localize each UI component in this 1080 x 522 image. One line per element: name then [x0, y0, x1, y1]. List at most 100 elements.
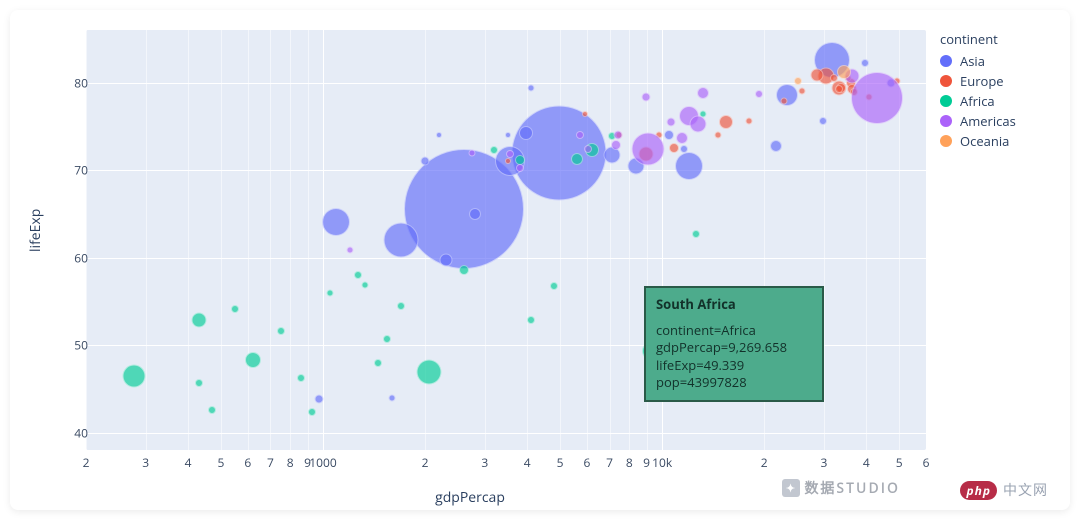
y-tick: 40	[68, 424, 88, 441]
bubble-europe[interactable]	[505, 158, 511, 164]
bubble-asia[interactable]	[505, 132, 511, 138]
bubble-americas[interactable]	[631, 133, 664, 166]
gridline-v-minor	[308, 30, 309, 450]
x-tick: 2	[422, 454, 429, 471]
x-tick: 3	[820, 454, 827, 471]
bubble-africa[interactable]	[550, 282, 558, 290]
bubble-americas[interactable]	[576, 131, 584, 139]
bubble-africa[interactable]	[191, 312, 206, 327]
bubble-asia[interactable]	[469, 208, 481, 220]
legend-item-europe[interactable]: Europe	[940, 72, 1016, 90]
bubble-africa[interactable]	[692, 230, 700, 238]
bubble-africa[interactable]	[327, 289, 334, 296]
bubble-asia[interactable]	[680, 145, 688, 153]
bubble-asia[interactable]	[819, 117, 827, 125]
bubble-americas[interactable]	[611, 140, 621, 150]
bubble-asia[interactable]	[527, 84, 534, 91]
y-tick: 60	[68, 249, 88, 266]
bubble-oceania[interactable]	[837, 65, 851, 79]
bubble-europe[interactable]	[745, 118, 752, 125]
gridline-v-minor	[146, 30, 147, 450]
bubble-africa[interactable]	[123, 364, 146, 387]
tooltip-line: continent=Africa	[656, 322, 812, 340]
bubble-africa[interactable]	[195, 379, 203, 387]
bubble-americas[interactable]	[584, 145, 592, 153]
x-tick: 3	[142, 454, 149, 471]
bubble-asia[interactable]	[770, 140, 782, 152]
bubble-americas[interactable]	[690, 115, 707, 132]
bubble-asia[interactable]	[421, 157, 430, 166]
bubble-asia[interactable]	[776, 84, 798, 106]
x-tick: 4	[185, 454, 192, 471]
bubble-europe[interactable]	[810, 68, 823, 81]
bubble-europe[interactable]	[798, 88, 805, 95]
bubble-africa[interactable]	[416, 360, 441, 385]
bubble-americas[interactable]	[506, 150, 514, 158]
bubble-asia[interactable]	[439, 254, 452, 267]
bubble-africa[interactable]	[354, 271, 362, 279]
bubble-africa[interactable]	[397, 302, 405, 310]
bubble-americas[interactable]	[346, 246, 353, 253]
bubble-africa[interactable]	[374, 359, 382, 367]
bubble-europe[interactable]	[582, 111, 588, 117]
bubble-americas[interactable]	[641, 93, 650, 102]
bubble-africa[interactable]	[231, 305, 239, 313]
bubble-americas[interactable]	[676, 132, 688, 144]
bubble-africa[interactable]	[515, 155, 525, 165]
legend-label: Asia	[960, 52, 985, 70]
chart-container: gdpPercap lifeExp continent AsiaEuropeAf…	[10, 10, 1070, 510]
y-tick: 80	[68, 74, 88, 91]
bubble-americas[interactable]	[469, 149, 476, 156]
bubble-americas[interactable]	[697, 87, 709, 99]
gridline-v-minor	[560, 30, 561, 450]
bubble-americas[interactable]	[516, 164, 524, 172]
bubble-africa[interactable]	[277, 327, 285, 335]
tooltip-line: lifeExp=49.339	[656, 357, 812, 375]
gridline-v-minor	[926, 30, 927, 450]
gridline-h	[86, 433, 926, 434]
bubble-asia[interactable]	[322, 208, 350, 236]
bubble-africa[interactable]	[527, 316, 535, 324]
legend-swatch-icon	[940, 135, 952, 147]
tooltip-title: South Africa	[656, 296, 812, 314]
bubble-americas[interactable]	[666, 117, 675, 126]
bubble-africa[interactable]	[571, 153, 583, 165]
bubble-africa[interactable]	[245, 352, 261, 368]
legend-item-asia[interactable]: Asia	[940, 52, 1016, 70]
bubble-asia[interactable]	[664, 130, 674, 140]
bubble-asia[interactable]	[384, 223, 419, 258]
bubble-africa[interactable]	[459, 265, 469, 275]
bubble-africa[interactable]	[490, 146, 498, 154]
bubble-asia[interactable]	[675, 152, 703, 180]
bubble-asia[interactable]	[519, 126, 533, 140]
bubble-oceania[interactable]	[794, 77, 802, 85]
legend-item-oceania[interactable]: Oceania	[940, 132, 1016, 150]
bubble-africa[interactable]	[208, 406, 216, 414]
bubble-americas[interactable]	[755, 90, 763, 98]
bubble-asia[interactable]	[861, 59, 869, 67]
bubble-africa[interactable]	[297, 374, 305, 382]
bubble-asia[interactable]	[436, 132, 442, 138]
bubble-europe[interactable]	[719, 115, 733, 129]
bubble-europe[interactable]	[669, 143, 679, 153]
bubble-africa[interactable]	[308, 408, 316, 416]
bubble-africa[interactable]	[362, 281, 369, 288]
gridline-v-minor	[629, 30, 630, 450]
bubble-africa[interactable]	[383, 335, 391, 343]
x-tick: 7	[606, 454, 613, 471]
x-tick: 4	[863, 454, 870, 471]
bubble-asia[interactable]	[389, 394, 396, 401]
bubble-europe[interactable]	[835, 85, 843, 93]
legend-item-africa[interactable]: Africa	[940, 92, 1016, 110]
x-tick: 6	[244, 454, 251, 471]
legend-item-americas[interactable]: Americas	[940, 112, 1016, 130]
bubble-europe[interactable]	[780, 97, 787, 104]
wechat-icon: ✦	[782, 479, 800, 497]
legend-label: Africa	[960, 92, 995, 110]
bubble-americas[interactable]	[613, 131, 622, 140]
bubble-asia[interactable]	[315, 395, 324, 404]
bubble-europe[interactable]	[830, 74, 838, 82]
bubble-europe[interactable]	[715, 132, 722, 139]
watermark-php: php 中文网	[960, 480, 1048, 500]
x-tick: 1000	[309, 454, 336, 471]
